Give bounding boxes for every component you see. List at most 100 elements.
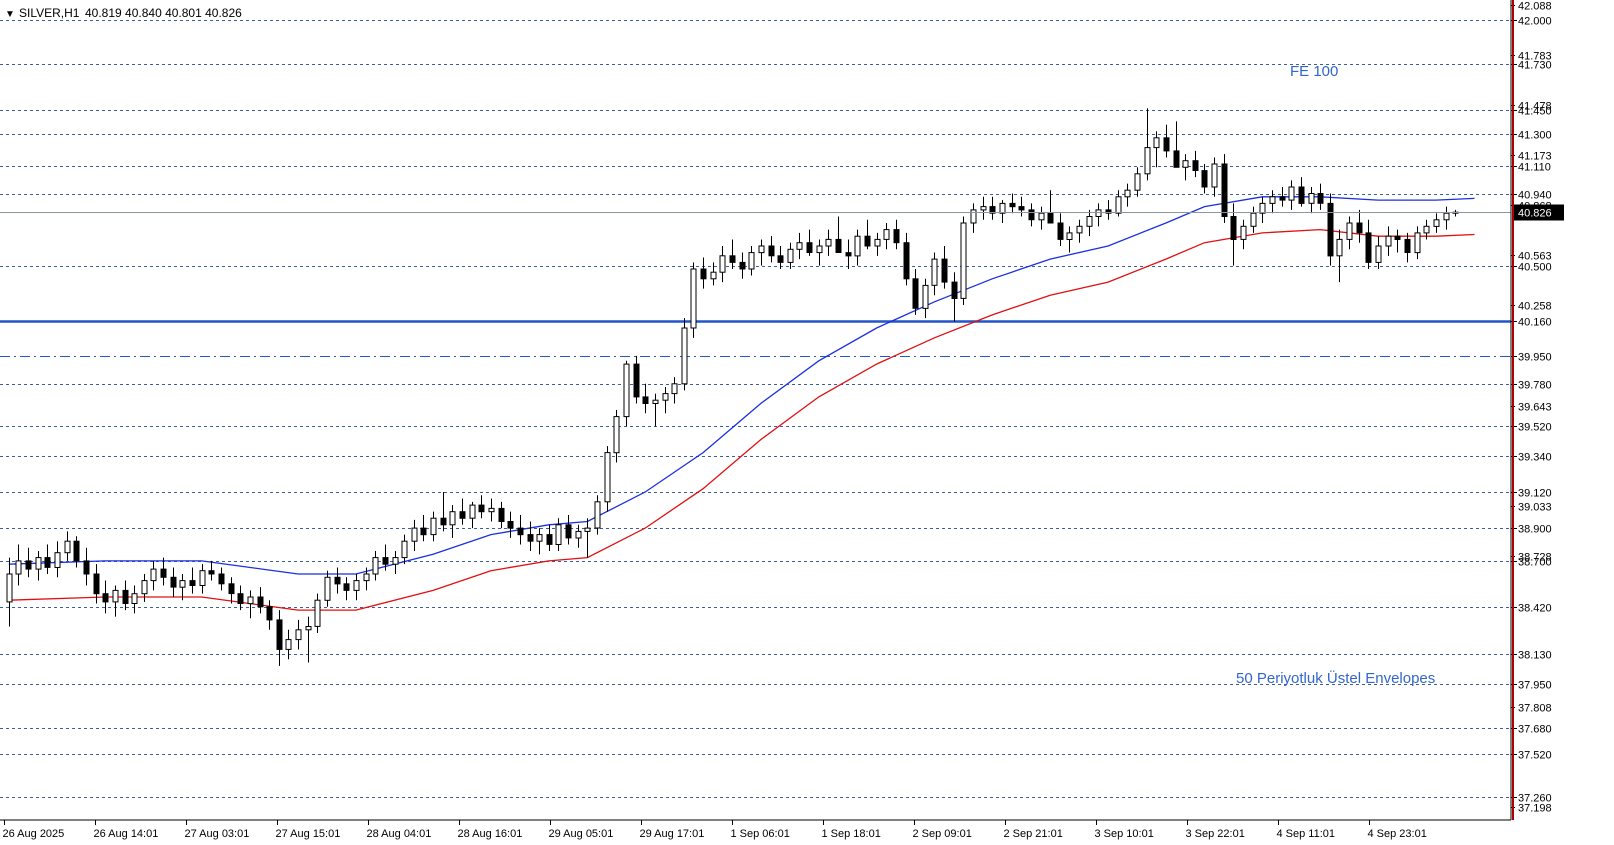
- price-tick-label: 42.088: [1518, 1, 1552, 13]
- time-label: 27 Aug 03:01: [185, 828, 250, 840]
- candle-body: [1336, 238, 1343, 257]
- candle-body: [1414, 232, 1421, 254]
- candle-body: [825, 238, 832, 247]
- candle-body: [266, 606, 273, 621]
- candle-body: [1144, 147, 1151, 175]
- candle-body: [1153, 137, 1160, 149]
- time-label: 28 Aug 16:01: [458, 828, 523, 840]
- candle-body: [912, 278, 919, 309]
- candle-body: [237, 593, 244, 605]
- candle-body: [1221, 163, 1228, 217]
- candle-body: [642, 396, 649, 404]
- candle-body: [980, 206, 987, 211]
- time-label: 27 Aug 15:01: [276, 828, 341, 840]
- candle-body: [604, 452, 611, 503]
- candle-body: [73, 540, 80, 562]
- candle-body: [527, 534, 534, 542]
- candle-body: [1433, 219, 1440, 227]
- time-label: 3 Sep 10:01: [1095, 828, 1154, 840]
- level-label: 40.500: [1518, 262, 1552, 274]
- candle-body: [478, 504, 485, 513]
- candle-body: [1394, 235, 1401, 240]
- candle-body: [64, 540, 71, 554]
- candle-body: [1009, 202, 1016, 208]
- candle-body: [363, 573, 370, 582]
- candle-body: [903, 242, 910, 280]
- level-label: 41.110: [1518, 162, 1551, 174]
- candle-body: [1211, 163, 1218, 188]
- time-label: 4 Sep 23:01: [1368, 828, 1427, 840]
- price-chart[interactable]: 42.00041.73041.45041.30041.11040.94040.5…: [0, 0, 1614, 840]
- candle-body: [507, 521, 514, 529]
- candle-body: [845, 252, 852, 257]
- candle-body: [392, 557, 399, 565]
- candle-body: [960, 222, 967, 299]
- candle-body: [1279, 196, 1286, 201]
- candle-body: [257, 596, 264, 608]
- level-label: 39.780: [1518, 380, 1552, 392]
- price-tick-label: 39.643: [1518, 402, 1552, 414]
- candle-body: [671, 383, 678, 395]
- candle-body: [189, 580, 196, 586]
- chart-header: ▼ SILVER,H1 40.819 40.840 40.801 40.826: [5, 6, 242, 20]
- candle-body: [546, 534, 553, 545]
- candle-body: [1269, 196, 1276, 204]
- time-label: 29 Aug 17:01: [640, 828, 705, 840]
- candle-body: [1095, 209, 1102, 217]
- candle-body: [382, 557, 389, 565]
- candle-body: [1192, 160, 1199, 171]
- level-label: 37.520: [1518, 750, 1552, 762]
- candle-body: [1047, 212, 1054, 224]
- candle-body: [6, 573, 13, 603]
- candle-body: [999, 202, 1006, 214]
- candle-body: [150, 568, 157, 582]
- candle-body: [864, 235, 871, 247]
- level-label: 39.340: [1518, 452, 1552, 464]
- candle-body: [334, 576, 341, 585]
- candle-body: [420, 527, 427, 536]
- candle-body: [141, 580, 148, 595]
- header-dropdown-icon[interactable]: ▼: [5, 9, 15, 20]
- price-tick-label: 37.198: [1518, 803, 1552, 815]
- candle-body: [285, 639, 292, 650]
- candle-body: [719, 255, 726, 273]
- candle-body: [710, 271, 717, 280]
- time-label: 1 Sep 06:01: [731, 828, 790, 840]
- level-label: 41.300: [1518, 130, 1552, 142]
- candle-body: [970, 209, 977, 224]
- candle-body: [122, 589, 129, 605]
- candle-body: [623, 363, 630, 418]
- candle-body: [633, 363, 640, 398]
- chart-root: 42.000 41.730 41.450 41.300 41.110 40.940 40.5…: [0, 0, 1614, 840]
- candle-body: [1375, 245, 1382, 263]
- candle-body: [343, 583, 350, 591]
- candle-body: [199, 570, 206, 587]
- ohlc-readout: 40.819 40.840 40.801 40.826: [85, 6, 242, 20]
- candle-body: [1163, 137, 1170, 152]
- candle-body: [25, 560, 32, 570]
- candle-body: [1259, 202, 1266, 214]
- price-tick-label: 39.033: [1518, 502, 1552, 514]
- candle-body: [170, 576, 177, 588]
- candle-body: [951, 281, 958, 300]
- candle-body: [449, 511, 456, 526]
- candle-body: [488, 507, 495, 513]
- candle-body: [208, 570, 215, 575]
- symbol-label: SILVER,H1: [19, 6, 80, 20]
- level-label: 38.420: [1518, 603, 1552, 615]
- fe-annotation: FE 100: [1290, 63, 1338, 80]
- candle-body: [1443, 212, 1450, 221]
- candle-body: [729, 255, 736, 263]
- level-label: 37.680: [1518, 724, 1552, 736]
- candle-body: [440, 517, 447, 526]
- level-label: 39.120: [1518, 488, 1552, 500]
- candle-body: [700, 268, 707, 280]
- candle-body: [536, 534, 543, 542]
- candle-body: [835, 238, 842, 253]
- candle-body: [1423, 225, 1430, 234]
- candle-body: [1356, 222, 1363, 234]
- candle-body: [372, 557, 379, 575]
- candle-body: [1308, 193, 1315, 204]
- price-tick-label: 41.783: [1518, 51, 1552, 63]
- candle-body: [931, 258, 938, 286]
